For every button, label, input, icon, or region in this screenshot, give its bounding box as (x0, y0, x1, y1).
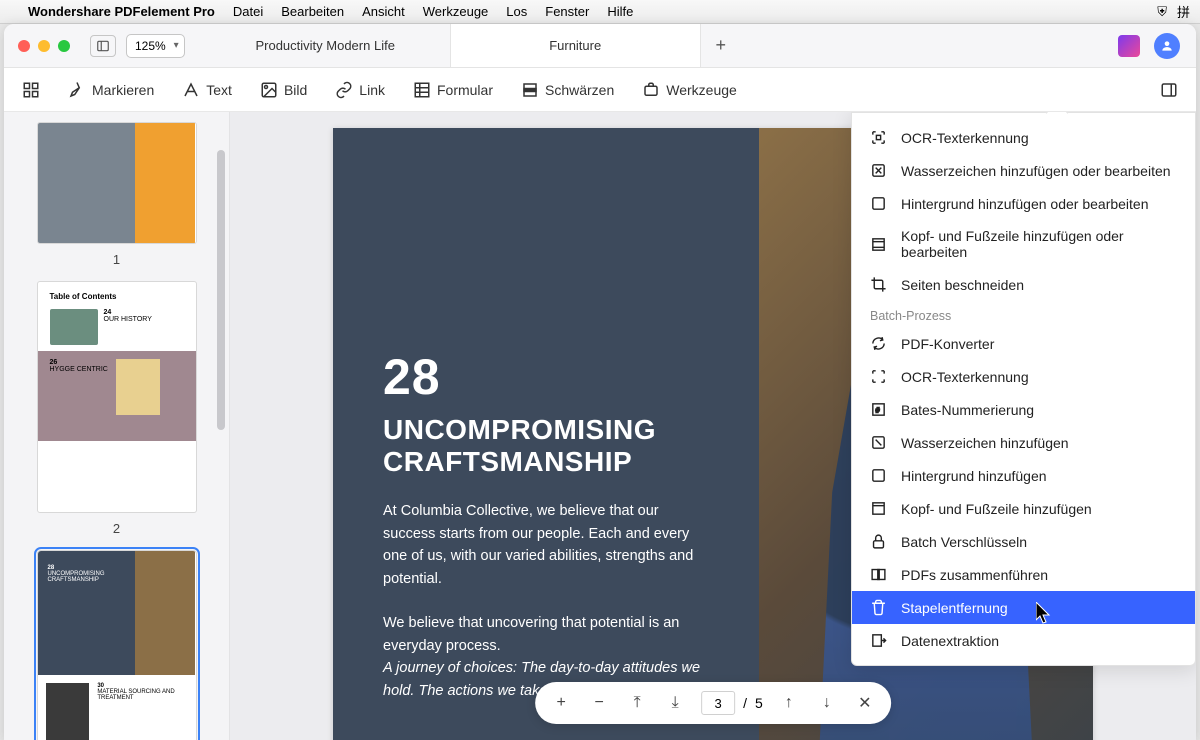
zoom-out-button[interactable]: − (587, 691, 611, 715)
thumbnail-scrollbar[interactable] (217, 120, 227, 732)
dd-batch-remove[interactable]: Stapelentfernung (852, 591, 1195, 624)
tools-label: Werkzeuge (666, 82, 737, 98)
sidebar-toggle-button[interactable] (90, 35, 116, 57)
dd-section-batch: Batch-Prozess (852, 301, 1195, 327)
menu-datei[interactable]: Datei (233, 4, 263, 19)
dd-header-footer[interactable]: Kopf- und Fußzeile hinzufügen oder bearb… (852, 220, 1195, 268)
dd-batch-encrypt[interactable]: Batch Verschlüsseln (852, 525, 1195, 558)
form-label: Formular (437, 82, 493, 98)
current-page-input[interactable] (701, 691, 735, 715)
zoom-in-button[interactable]: + (549, 691, 573, 715)
app-window: 125% Productivity Modern Life Furniture … (4, 24, 1196, 740)
dd-batch-bates[interactable]: #Bates-Nummerierung (852, 393, 1195, 426)
dd-crop[interactable]: Seiten beschneiden (852, 268, 1195, 301)
fullscreen-button[interactable] (58, 40, 70, 52)
menu-ansicht[interactable]: Ansicht (362, 4, 405, 19)
image-button[interactable]: Bild (260, 81, 307, 99)
page-number-1: 1 (4, 252, 229, 267)
image-label: Bild (284, 82, 307, 98)
dd-batch-extract[interactable]: Datenextraktion (852, 624, 1195, 657)
svg-text:#: # (876, 406, 880, 414)
dd-watermark[interactable]: Wasserzeichen hinzufügen oder bearbeiten (852, 154, 1195, 187)
app-logo-icon[interactable] (1118, 35, 1140, 57)
thumbnail-page-3[interactable]: 28UNCOMPROMISING CRAFTSMANSHIP 30MATERIA… (37, 550, 197, 740)
new-tab-button[interactable]: + (701, 24, 741, 67)
shield-icon[interactable]: ⛨ (1157, 4, 1167, 20)
page-big-number: 28 (383, 348, 709, 406)
page-indicator: / 5 (701, 691, 763, 715)
user-account-button[interactable] (1154, 33, 1180, 59)
tab-productivity[interactable]: Productivity Modern Life (201, 24, 451, 67)
tools-button[interactable]: Werkzeuge (642, 81, 737, 99)
document-canvas[interactable]: 28 UNCOMPROMISINGCRAFTSMANSHIP At Columb… (230, 112, 1196, 740)
next-page-button[interactable]: ↓ (815, 691, 839, 715)
link-button[interactable]: Link (335, 81, 385, 99)
dd-batch-converter[interactable]: PDF-Konverter (852, 327, 1195, 360)
dd-ocr[interactable]: OCR-Texterkennung (852, 121, 1195, 154)
menu-bearbeiten[interactable]: Bearbeiten (281, 4, 344, 19)
close-pager-button[interactable]: ✕ (853, 691, 877, 715)
grid-view-button[interactable] (22, 81, 40, 99)
text-button[interactable]: Text (182, 81, 232, 99)
page-left-column: 28 UNCOMPROMISINGCRAFTSMANSHIP At Columb… (333, 128, 759, 740)
first-page-button[interactable]: ⤒ (625, 691, 649, 715)
thumbnail-page-1[interactable] (37, 122, 197, 244)
thumbnail-panel: 1 Table of Contents 24OUR HISTORY 26HYGG… (4, 112, 230, 740)
page-heading: UNCOMPROMISINGCRAFTSMANSHIP (383, 414, 709, 478)
dd-batch-watermark[interactable]: Wasserzeichen hinzufügen (852, 426, 1195, 459)
last-page-button[interactable]: ⤓ (663, 691, 687, 715)
toc-title: Table of Contents (50, 292, 184, 301)
highlight-label: Markieren (92, 82, 154, 98)
body: 1 Table of Contents 24OUR HISTORY 26HYGG… (4, 112, 1196, 740)
traffic-lights (4, 40, 84, 52)
page-paragraph-1: At Columbia Collective, we believe that … (383, 500, 709, 590)
text-label: Text (206, 82, 232, 98)
link-label: Link (359, 82, 385, 98)
toolbar: Markieren Text Bild Link Formular Schwär… (4, 68, 1196, 112)
thumbnail-page-2[interactable]: Table of Contents 24OUR HISTORY 26HYGGE … (37, 281, 197, 513)
app-name[interactable]: Wondershare PDFelement Pro (28, 4, 215, 19)
tools-dropdown: OCR-Texterkennung Wasserzeichen hinzufüg… (851, 112, 1196, 666)
page-number-2: 2 (4, 521, 229, 536)
input-method-icon[interactable]: 拼 (1177, 2, 1190, 21)
menu-hilfe[interactable]: Hilfe (607, 4, 633, 19)
document-tabs: Productivity Modern Life Furniture + (201, 24, 1102, 67)
prev-page-button[interactable]: ↑ (777, 691, 801, 715)
redact-label: Schwärzen (545, 82, 614, 98)
dd-batch-ocr[interactable]: OCR-Texterkennung (852, 360, 1195, 393)
menu-fenster[interactable]: Fenster (545, 4, 589, 19)
menu-werkzeuge[interactable]: Werkzeuge (423, 4, 489, 19)
zoom-value: 125% (135, 39, 166, 53)
total-pages: 5 (755, 695, 763, 711)
dd-batch-header-footer[interactable]: Kopf- und Fußzeile hinzufügen (852, 492, 1195, 525)
close-button[interactable] (18, 40, 30, 52)
highlight-button[interactable]: Markieren (68, 81, 154, 99)
titlebar: 125% Productivity Modern Life Furniture … (4, 24, 1196, 68)
dd-background[interactable]: Hintergrund hinzufügen oder bearbeiten (852, 187, 1195, 220)
redact-button[interactable]: Schwärzen (521, 81, 614, 99)
page-navigator: + − ⤒ ⤓ / 5 ↑ ↓ ✕ (535, 682, 891, 724)
dd-batch-merge[interactable]: PDFs zusammenführen (852, 558, 1195, 591)
dd-batch-background[interactable]: Hintergrund hinzufügen (852, 459, 1195, 492)
panel-toggle-button[interactable] (1160, 81, 1178, 99)
form-button[interactable]: Formular (413, 81, 493, 99)
tab-furniture[interactable]: Furniture (451, 24, 701, 67)
macos-menubar: Wondershare PDFelement Pro Datei Bearbei… (0, 0, 1200, 24)
minimize-button[interactable] (38, 40, 50, 52)
zoom-select[interactable]: 125% (126, 34, 185, 58)
menu-los[interactable]: Los (506, 4, 527, 19)
